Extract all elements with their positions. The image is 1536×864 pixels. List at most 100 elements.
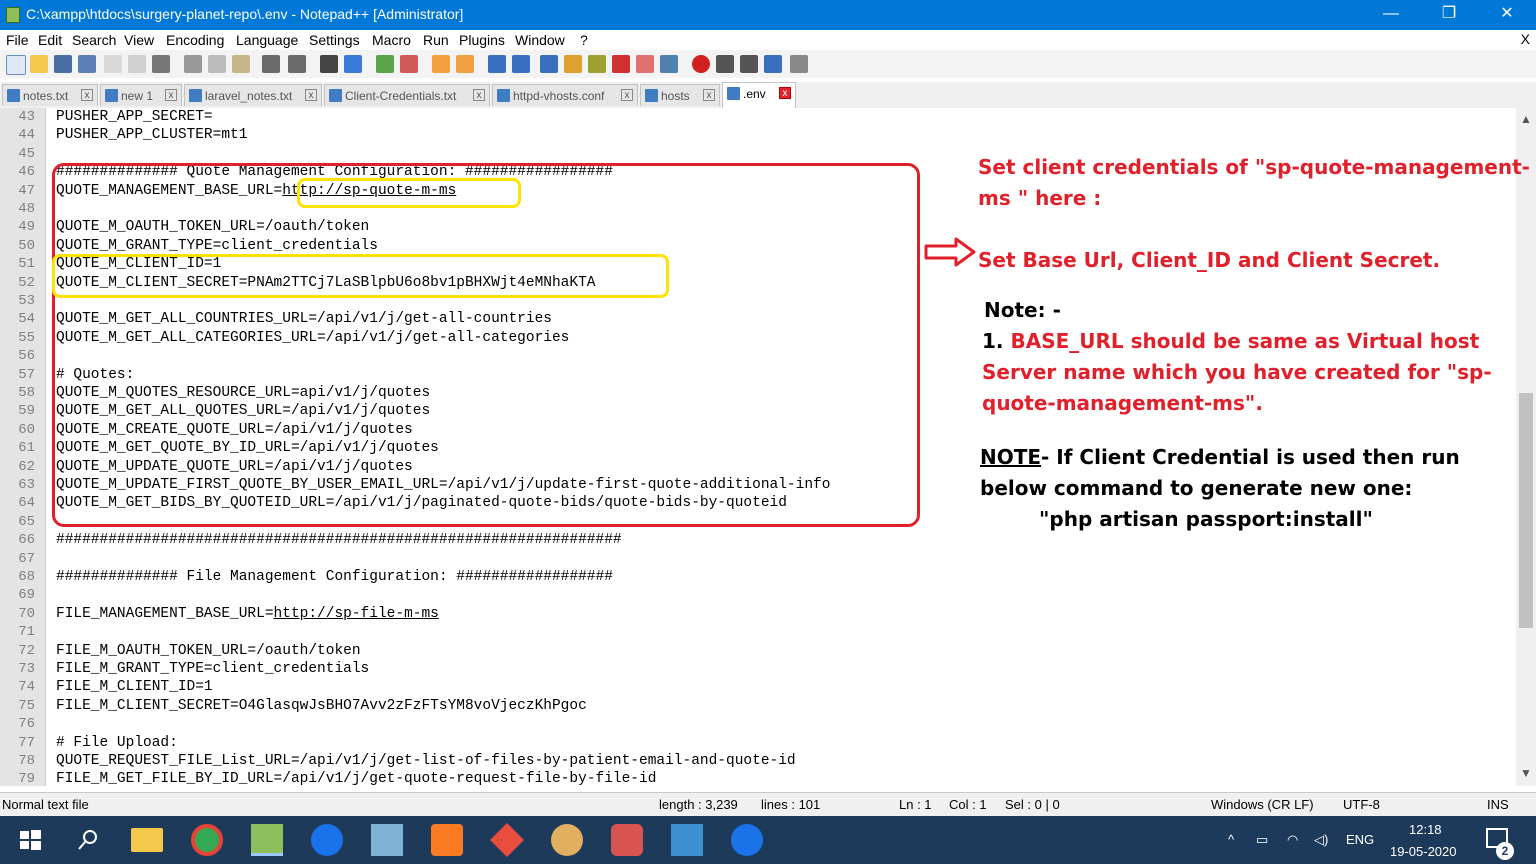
- maps-pin-icon[interactable]: [311, 824, 343, 856]
- folder-workspace-icon[interactable]: [636, 55, 654, 73]
- run-macro-multiple-icon[interactable]: [764, 55, 782, 73]
- tab-httpd-vhosts[interactable]: httpd-vhosts.conf x: [492, 84, 638, 106]
- paste-icon[interactable]: [232, 55, 250, 73]
- notepadpp-taskbar-icon[interactable]: [251, 824, 283, 856]
- tab-close-icon[interactable]: x: [703, 89, 715, 101]
- menu-macro[interactable]: Macro: [372, 32, 411, 48]
- annotation-command: "php artisan passport:install": [1039, 507, 1373, 531]
- sync-vertical-icon[interactable]: [432, 55, 450, 73]
- tray-expand-icon[interactable]: ^: [1228, 832, 1234, 847]
- tab-new-1[interactable]: new 1 x: [100, 84, 182, 106]
- redo-icon[interactable]: [288, 55, 306, 73]
- close-document-button[interactable]: X: [1521, 31, 1530, 47]
- restore-button[interactable]: ❐: [1420, 0, 1478, 30]
- line-number: 68: [18, 569, 35, 585]
- photos-icon[interactable]: [671, 824, 703, 856]
- line-number: 63: [18, 477, 35, 493]
- tab-close-icon[interactable]: x: [473, 89, 485, 101]
- annotation-instruction: Set Base Url, Client_ID and Client Secre…: [978, 248, 1441, 272]
- tab-close-icon[interactable]: x: [165, 89, 177, 101]
- menu-edit[interactable]: Edit: [38, 32, 62, 48]
- tab-label: httpd-vhosts.conf: [513, 89, 605, 103]
- volume-icon[interactable]: ◁): [1314, 832, 1328, 848]
- minimize-button[interactable]: —: [1362, 0, 1420, 30]
- undo-icon[interactable]: [262, 55, 280, 73]
- tab-laravel-notes[interactable]: laravel_notes.txt x: [184, 84, 322, 106]
- clock-date[interactable]: 19-05-2020: [1390, 844, 1457, 859]
- cut-icon[interactable]: [184, 55, 202, 73]
- menu-plugins[interactable]: Plugins: [459, 32, 505, 48]
- play-macro-icon[interactable]: [740, 55, 758, 73]
- print-icon[interactable]: [152, 55, 170, 73]
- close-file-icon[interactable]: [104, 55, 122, 73]
- language-icon[interactable]: [564, 55, 582, 73]
- chrome-icon[interactable]: [191, 824, 223, 856]
- scroll-up-icon[interactable]: ▲: [1520, 112, 1532, 126]
- monitoring-icon[interactable]: [660, 55, 678, 73]
- stop-macro-icon[interactable]: [716, 55, 734, 73]
- zoom-out-icon[interactable]: [400, 55, 418, 73]
- status-eol[interactable]: Windows (CR LF): [1211, 797, 1314, 812]
- maps-pin-icon-2[interactable]: [731, 824, 763, 856]
- line-number: 56: [18, 348, 35, 365]
- file-explorer-icon[interactable]: [131, 828, 163, 852]
- new-file-icon[interactable]: [6, 55, 26, 75]
- tab-env[interactable]: .env x: [722, 82, 796, 108]
- menu-help[interactable]: ?: [580, 32, 588, 48]
- menu-run[interactable]: Run: [423, 32, 449, 48]
- menu-view[interactable]: View: [124, 32, 154, 48]
- menu-encoding[interactable]: Encoding: [166, 32, 224, 48]
- indent-guide-icon[interactable]: [540, 55, 558, 73]
- menu-settings[interactable]: Settings: [309, 32, 360, 48]
- doc-map-icon[interactable]: [588, 55, 606, 73]
- xampp-icon[interactable]: [431, 824, 463, 856]
- menu-search[interactable]: Search: [72, 32, 116, 48]
- windows-start-icon[interactable]: [14, 824, 46, 856]
- notepad-icon[interactable]: [371, 824, 403, 856]
- tab-close-icon[interactable]: x: [779, 87, 791, 99]
- tab-client-credentials[interactable]: Client-Credentials.txt x: [324, 84, 490, 106]
- wifi-icon[interactable]: ◠: [1287, 832, 1298, 848]
- tab-notes-txt[interactable]: notes.txt x: [2, 84, 98, 106]
- save-macro-icon[interactable]: [790, 55, 808, 73]
- menu-file[interactable]: File: [6, 32, 29, 48]
- line-number: 48: [18, 201, 35, 217]
- scrollbar-thumb[interactable]: [1519, 393, 1533, 628]
- file-icon: [189, 89, 202, 102]
- open-file-icon[interactable]: [30, 55, 48, 73]
- paint-icon[interactable]: [551, 824, 583, 856]
- tab-close-icon[interactable]: x: [81, 89, 93, 101]
- show-all-chars-icon[interactable]: [512, 55, 530, 73]
- record-macro-icon[interactable]: [692, 55, 710, 73]
- copy-icon[interactable]: [208, 55, 226, 73]
- find-icon[interactable]: [320, 55, 338, 73]
- close-button[interactable]: ✕: [1478, 0, 1536, 30]
- save-all-icon[interactable]: [78, 55, 96, 73]
- word-wrap-icon[interactable]: [488, 55, 506, 73]
- search-icon[interactable]: [72, 824, 104, 856]
- vertical-scrollbar[interactable]: ▲ ▼: [1516, 108, 1536, 786]
- menu-window[interactable]: Window: [515, 32, 565, 48]
- battery-icon[interactable]: ▭: [1256, 832, 1268, 848]
- replace-icon[interactable]: [344, 55, 362, 73]
- git-icon[interactable]: [490, 823, 524, 857]
- language-indicator[interactable]: ENG: [1346, 832, 1374, 847]
- tab-hosts[interactable]: hosts x: [640, 84, 720, 106]
- tab-close-icon[interactable]: x: [621, 89, 633, 101]
- zoom-in-icon[interactable]: [376, 55, 394, 73]
- menu-language[interactable]: Language: [236, 32, 298, 48]
- scroll-down-icon[interactable]: ▼: [1520, 766, 1532, 780]
- line-number: 79: [18, 771, 35, 786]
- status-line: Ln : 1: [899, 797, 932, 812]
- code-link[interactable]: http://sp-file-m-ms: [274, 606, 439, 622]
- tab-close-icon[interactable]: x: [305, 89, 317, 101]
- line-number: 49: [18, 219, 35, 236]
- code-line: ############## File Management Configura…: [56, 569, 613, 585]
- close-all-icon[interactable]: [128, 55, 146, 73]
- sync-horizontal-icon[interactable]: [456, 55, 474, 73]
- clock-time[interactable]: 12:18: [1409, 822, 1442, 837]
- save-icon[interactable]: [54, 55, 72, 73]
- file-icon: [105, 89, 118, 102]
- function-list-icon[interactable]: [612, 55, 630, 73]
- snipping-tool-icon[interactable]: [611, 824, 643, 856]
